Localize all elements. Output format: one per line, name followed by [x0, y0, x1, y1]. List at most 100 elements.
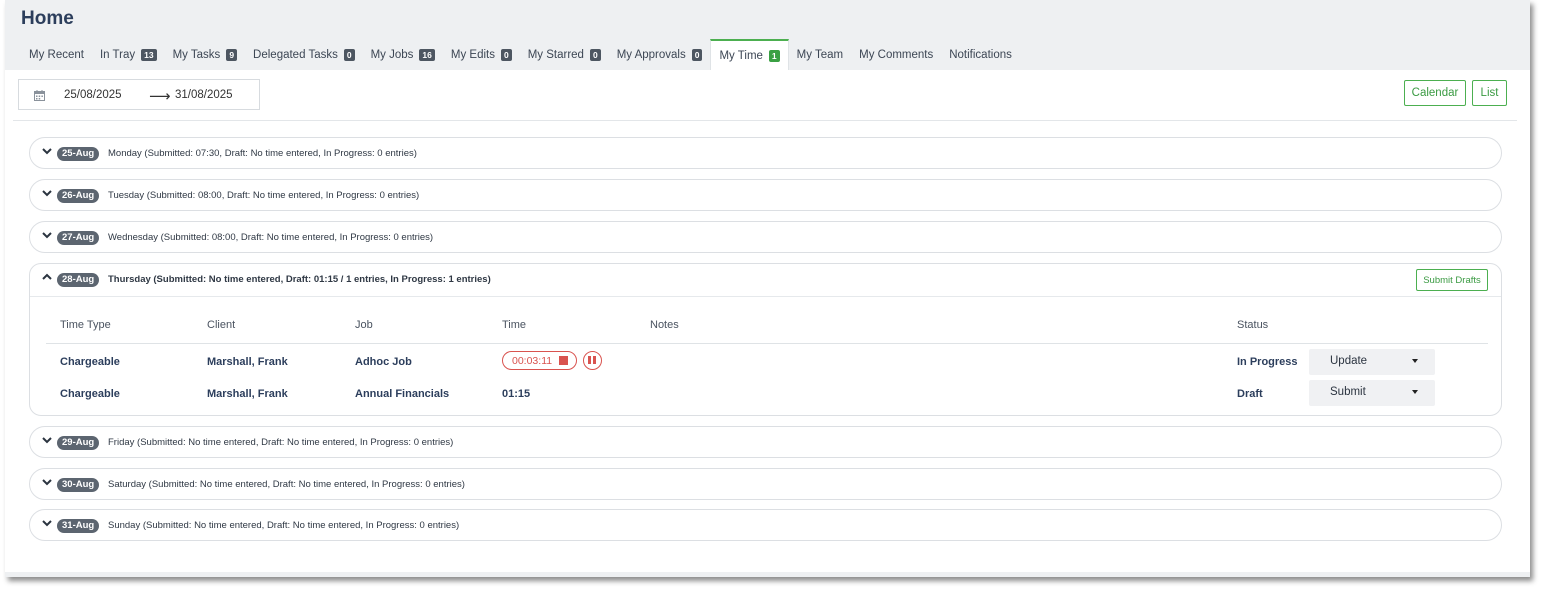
count-badge: 13: [141, 48, 157, 61]
chevron-down-icon[interactable]: [41, 187, 53, 199]
count-badge: 9: [226, 48, 238, 61]
day-tag: 26-Aug: [57, 189, 100, 203]
chevron-down-icon[interactable]: [41, 476, 53, 488]
tab-my-starred[interactable]: My Starred 0: [520, 39, 609, 70]
tab-bar: My Recent In Tray 13 My Tasks 9 Delegated …: [21, 39, 1020, 70]
tab-label: My Team: [796, 48, 844, 61]
entry-client: Marshall, Frank: [207, 356, 288, 368]
day-row-31-aug[interactable]: 31-Aug Sunday (Submitted: No time entere…: [29, 509, 1502, 541]
list-view-button[interactable]: List: [1472, 80, 1507, 106]
divider: [46, 343, 1488, 344]
day-row-29-aug[interactable]: 29-Aug Friday (Submitted: No time entere…: [29, 426, 1502, 458]
running-timer[interactable]: 00:03:11: [502, 351, 577, 370]
tab-my-recent[interactable]: My Recent: [21, 39, 92, 70]
tab-my-jobs[interactable]: My Jobs 16: [363, 39, 443, 70]
caret-down-icon: [1412, 359, 1418, 363]
tab-label: My Tasks: [172, 48, 221, 61]
count-badge: 0: [691, 48, 703, 61]
day-tag: 28-Aug: [57, 273, 100, 287]
tab-label: Delegated Tasks: [253, 48, 338, 61]
tab-label: My Recent: [29, 48, 84, 61]
timer-value: 00:03:11: [512, 354, 553, 367]
tab-my-edits[interactable]: My Edits 0: [443, 39, 520, 70]
tab-label: Notifications: [949, 48, 1012, 61]
chevron-down-icon[interactable]: [41, 517, 53, 529]
calendar-icon: [34, 90, 45, 101]
day-summary: Thursday (Submitted: No time entered, Dr…: [108, 274, 491, 285]
count-badge: 0: [500, 48, 512, 61]
day-summary: Monday (Submitted: 07:30, Draft: No time…: [108, 148, 417, 159]
day-summary: Friday (Submitted: No time entered, Draf…: [108, 437, 454, 448]
day-row-25-aug[interactable]: 25-Aug Monday (Submitted: 07:30, Draft: …: [29, 137, 1502, 169]
day-row-26-aug[interactable]: 26-Aug Tuesday (Submitted: 08:00, Draft:…: [29, 179, 1502, 211]
column-header-time: Time: [502, 319, 527, 331]
day-summary: Sunday (Submitted: No time entered, Draf…: [108, 520, 460, 531]
divider: [30, 296, 1501, 297]
entry-time-type: Chargeable: [60, 388, 120, 400]
tab-in-tray[interactable]: In Tray 13: [92, 39, 165, 70]
count-badge: 0: [343, 48, 355, 61]
column-header-time-type: Time Type: [60, 319, 111, 331]
chevron-down-icon[interactable]: [41, 434, 53, 446]
day-row-30-aug[interactable]: 30-Aug Saturday (Submitted: No time ente…: [29, 468, 1502, 500]
stop-icon[interactable]: [559, 356, 568, 365]
tab-label: My Approvals: [616, 48, 686, 61]
day-tag: 31-Aug: [57, 519, 100, 533]
update-action-dropdown[interactable]: Update: [1309, 349, 1435, 375]
arrow-right-icon: ⟶: [149, 88, 171, 105]
tab-my-team[interactable]: My Team: [789, 39, 851, 70]
day-tag: 27-Aug: [57, 231, 100, 245]
column-header-notes: Notes: [650, 319, 679, 331]
tab-label: My Edits: [450, 48, 495, 61]
tab-label: In Tray: [99, 48, 136, 61]
tab-delegated-tasks[interactable]: Delegated Tasks 0: [245, 39, 363, 70]
end-date-input[interactable]: 31/08/2025: [175, 89, 233, 101]
day-tag: 29-Aug: [57, 436, 100, 450]
my-time-panel: 25/08/2025 ⟶ 31/08/2025 Calendar List 25…: [5, 70, 1530, 572]
entry-status: In Progress: [1237, 356, 1298, 368]
count-badge: 1: [768, 49, 780, 62]
date-range-picker[interactable]: 25/08/2025 ⟶ 31/08/2025: [18, 79, 260, 110]
tab-label: My Comments: [859, 48, 934, 61]
count-badge: 16: [419, 48, 435, 61]
day-row-28-aug: 28-Aug Thursday (Submitted: No time ente…: [29, 263, 1502, 416]
entry-job: Annual Financials: [355, 388, 450, 400]
divider: [13, 120, 1517, 121]
column-header-job: Job: [355, 319, 373, 331]
tab-label: My Starred: [527, 48, 584, 61]
tab-my-comments[interactable]: My Comments: [851, 39, 941, 70]
tab-label: My Time: [719, 49, 763, 62]
day-summary: Tuesday (Submitted: 08:00, Draft: No tim…: [108, 190, 420, 201]
chevron-up-icon[interactable]: [41, 271, 53, 283]
submit-action-dropdown[interactable]: Submit: [1309, 380, 1435, 406]
pause-icon[interactable]: [583, 351, 602, 370]
entry-time: 01:15: [502, 388, 531, 400]
tab-notifications[interactable]: Notifications: [941, 39, 1020, 70]
start-date-input[interactable]: 25/08/2025: [64, 89, 122, 101]
day-tag: 25-Aug: [57, 147, 100, 161]
entry-time-type: Chargeable: [60, 356, 120, 368]
page-title: Home: [21, 8, 74, 29]
submit-drafts-button[interactable]: Submit Drafts: [1416, 269, 1488, 291]
calendar-view-button[interactable]: Calendar: [1404, 80, 1466, 106]
entry-status: Draft: [1237, 388, 1263, 400]
day-row-27-aug[interactable]: 27-Aug Wednesday (Submitted: 08:00, Draf…: [29, 221, 1502, 253]
home-window: Home My Recent In Tray 13 My Tasks 9 Deleg…: [5, 0, 1530, 577]
chevron-down-icon[interactable]: [41, 229, 53, 241]
tab-my-tasks[interactable]: My Tasks 9: [165, 39, 245, 70]
day-tag: 30-Aug: [57, 478, 100, 492]
day-summary: Wednesday (Submitted: 08:00, Draft: No t…: [108, 232, 434, 243]
count-badge: 0: [589, 48, 601, 61]
entry-job: Adhoc Job: [355, 356, 412, 368]
column-header-status: Status: [1237, 319, 1269, 331]
tab-my-approvals[interactable]: My Approvals 0: [609, 39, 711, 70]
tab-label: My Jobs: [370, 48, 414, 61]
column-header-client: Client: [207, 319, 236, 331]
day-summary: Saturday (Submitted: No time entered, Dr…: [108, 479, 465, 490]
tab-my-time[interactable]: My Time 1: [710, 39, 789, 70]
chevron-down-icon[interactable]: [41, 145, 53, 157]
entry-client: Marshall, Frank: [207, 388, 288, 400]
dropdown-label: Submit: [1330, 386, 1366, 398]
dropdown-label: Update: [1330, 355, 1368, 367]
caret-down-icon: [1412, 390, 1418, 394]
